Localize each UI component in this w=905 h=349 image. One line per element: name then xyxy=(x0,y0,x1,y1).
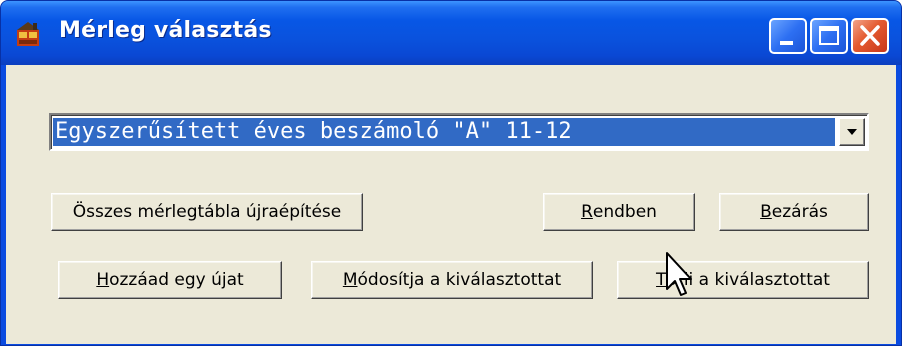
ok-button[interactable]: Rendben xyxy=(543,193,695,231)
add-label: ozzáad egy újat xyxy=(109,270,244,290)
maximize-icon xyxy=(819,26,839,45)
minimize-button[interactable] xyxy=(769,18,807,54)
dialog-window: Mérleg választás Egyszerűsített éves bes… xyxy=(0,0,902,346)
rebuild-all-button[interactable]: Összes mérlegtábla újraépítése xyxy=(51,193,363,231)
chevron-down-icon xyxy=(847,129,857,135)
rebuild-all-label: Összes mérlegtábla újraépítése xyxy=(72,202,342,222)
minimize-icon xyxy=(780,41,793,45)
close-window-button[interactable] xyxy=(851,18,889,54)
dialog-body: Egyszerűsített éves beszámoló "A" 11-12 … xyxy=(6,65,896,344)
modify-label: ódosítja a kiválasztottat xyxy=(357,270,562,290)
add-new-button[interactable]: Hozzáad egy újat xyxy=(58,261,282,299)
dropdown-button[interactable] xyxy=(839,118,865,146)
delete-label: örli a kiválasztottat xyxy=(666,270,830,290)
close-label: ezárás xyxy=(771,202,828,222)
ok-label: endben xyxy=(592,202,657,222)
balance-select[interactable]: Egyszerűsített éves beszámoló "A" 11-12 xyxy=(49,113,869,151)
close-icon xyxy=(860,25,880,46)
title-bar[interactable]: Mérleg választás xyxy=(1,1,901,65)
maximize-button[interactable] xyxy=(810,18,848,54)
window-title: Mérleg választás xyxy=(59,18,272,43)
balance-select-value: Egyszerűsített éves beszámoló "A" 11-12 xyxy=(53,118,835,146)
app-icon xyxy=(17,22,39,46)
delete-accel-key: T xyxy=(656,270,667,290)
ok-accel-key: R xyxy=(581,202,593,222)
add-accel-key: H xyxy=(96,270,110,290)
modify-accel-key: M xyxy=(342,270,358,290)
modify-selected-button[interactable]: Módosítja a kiválasztottat xyxy=(311,261,593,299)
close-button[interactable]: Bezárás xyxy=(719,193,869,231)
close-accel-key: B xyxy=(760,202,772,222)
delete-selected-button[interactable]: Törli a kiválasztottat xyxy=(617,261,869,299)
